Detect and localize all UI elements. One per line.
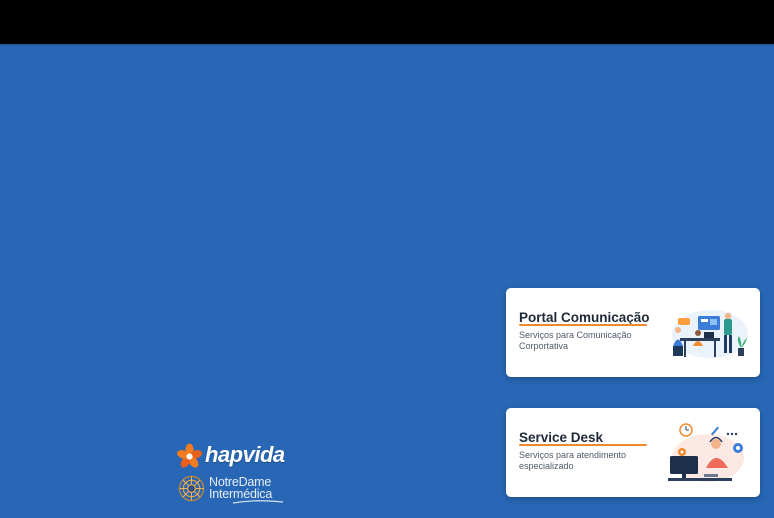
title-underline bbox=[519, 444, 647, 446]
swoosh-decoration bbox=[232, 500, 284, 504]
service-desk-card[interactable]: Service Desk Serviços para atendimento e… bbox=[506, 408, 760, 497]
top-bar bbox=[0, 0, 774, 44]
portal-comunicacao-card[interactable]: Portal Comunicação Serviços para Comunic… bbox=[506, 288, 760, 377]
card-description: Serviços para Comunicação Corportativa bbox=[519, 330, 632, 351]
hapvida-wordmark: hapvida bbox=[205, 442, 285, 467]
notredame-medallion-icon bbox=[178, 475, 205, 502]
card-description: Serviços para atendimento especializado bbox=[519, 450, 627, 471]
hapvida-flower-icon bbox=[176, 443, 203, 468]
team-meeting-illustration-icon bbox=[672, 310, 748, 358]
notredame-logo: NotreDame Intermédica bbox=[176, 472, 286, 506]
support-agent-illustration-icon bbox=[668, 423, 744, 482]
title-underline bbox=[519, 324, 647, 326]
brand-logos: hapvida NotreDame Intermédica bbox=[176, 441, 286, 507]
hapvida-logo: hapvida bbox=[176, 441, 286, 469]
